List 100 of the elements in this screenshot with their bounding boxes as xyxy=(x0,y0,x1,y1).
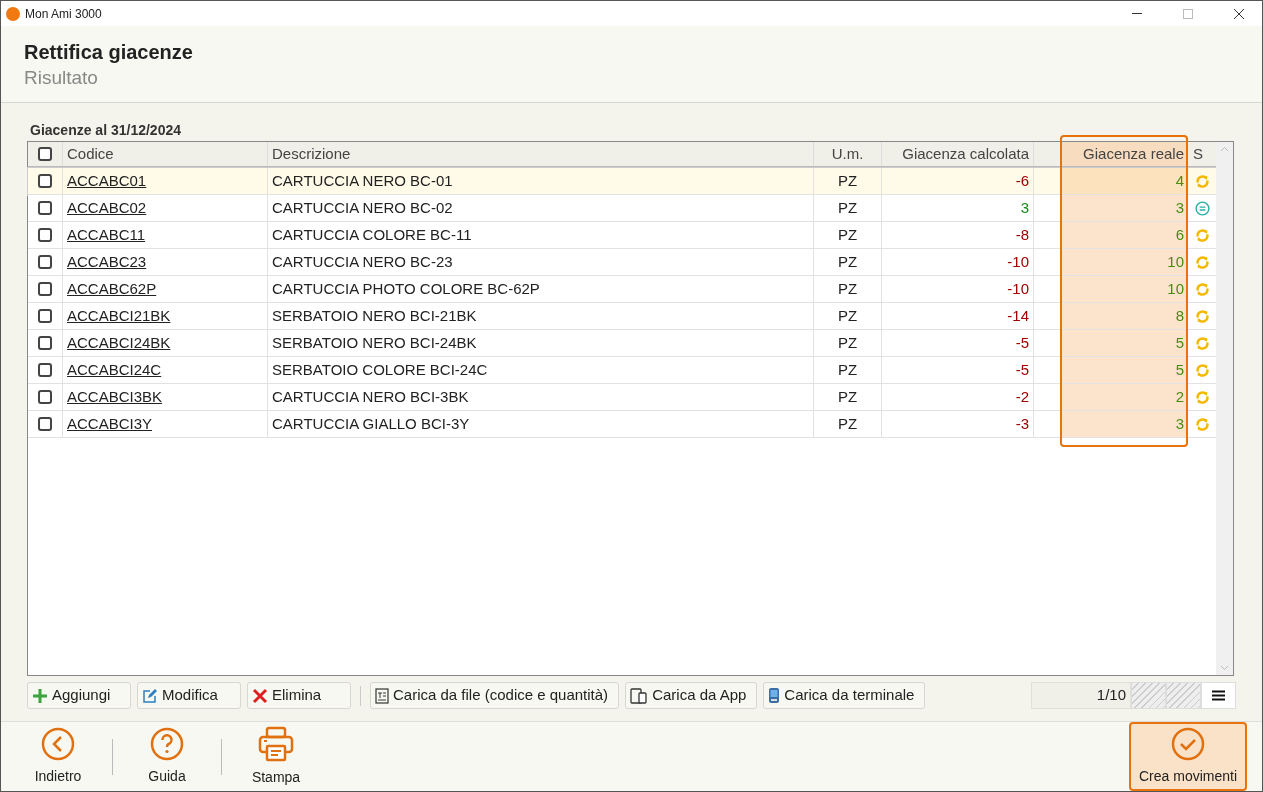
sync-icon xyxy=(1193,280,1211,298)
column-header[interactable]: U.m. xyxy=(813,142,881,166)
table-cell: -14 xyxy=(881,303,1033,329)
table-row[interactable]: ACCABCI24C SERBATOIO COLORE BCI-24C PZ -5 5 xyxy=(28,357,1216,384)
checkbox[interactable] xyxy=(38,228,52,242)
column-header[interactable]: S xyxy=(1188,142,1216,166)
toolbar-button[interactable]: Carica da terminale xyxy=(763,682,926,709)
checkbox[interactable] xyxy=(38,174,52,188)
checkbox[interactable] xyxy=(38,390,52,404)
column-header[interactable]: Codice xyxy=(62,142,267,166)
table-cell: CARTUCCIA COLORE BC-11 xyxy=(267,222,813,248)
handheld-icon xyxy=(768,687,781,704)
app-logo-icon xyxy=(6,6,20,21)
close-icon xyxy=(252,687,268,704)
table-caption: Giacenze al 31/12/2024 xyxy=(29,121,182,140)
table-cell: 2 xyxy=(1061,384,1188,410)
table-cell: 8 xyxy=(1061,303,1188,329)
code-link[interactable]: ACCABCI3Y xyxy=(67,412,153,436)
table-row[interactable]: ACCABC02 CARTUCCIA NERO BC-02 PZ 3 3 xyxy=(28,195,1216,222)
hatched-placeholder xyxy=(1131,682,1166,709)
code-link[interactable]: ACCABC02 xyxy=(67,196,147,220)
table-cell: CARTUCCIA NERO BCI-3BK xyxy=(267,384,813,410)
sync-icon xyxy=(1193,307,1211,325)
back-icon xyxy=(41,726,75,761)
checkbox[interactable] xyxy=(38,417,52,431)
sync-icon xyxy=(1193,361,1211,379)
table-row[interactable]: ACCABCI24BK SERBATOIO NERO BCI-24BK PZ -5 5 xyxy=(28,330,1216,357)
table-cell: PZ xyxy=(813,276,881,302)
table-row[interactable]: ACCABCI3BK CARTUCCIA NERO BCI-3BK PZ -2 2 xyxy=(28,384,1216,411)
checkbox[interactable] xyxy=(38,336,52,350)
table-cell: PZ xyxy=(813,384,881,410)
table-row[interactable]: ACCABC62P CARTUCCIA PHOTO COLORE BC-62P PZ -10 10 xyxy=(28,276,1216,303)
plus-icon xyxy=(32,687,48,704)
table-cell: 10 xyxy=(1061,249,1188,275)
table-cell: PZ xyxy=(813,303,881,329)
document-icon xyxy=(375,687,389,704)
column-header[interactable]: Descrizione xyxy=(267,142,813,166)
table-cell: CARTUCCIA GIALLO BCI-3Y xyxy=(267,411,813,437)
code-link[interactable]: ACCABCI3BK xyxy=(67,385,163,409)
printer-icon xyxy=(258,725,294,762)
table-cell: SERBATOIO COLORE BCI-24C xyxy=(267,357,813,383)
table-cell: 10 xyxy=(1061,276,1188,302)
equal-circle-icon xyxy=(1193,199,1211,217)
menu-icon xyxy=(1212,690,1225,701)
table-cell: 5 xyxy=(1061,330,1188,356)
code-link[interactable]: ACCABCI24BK xyxy=(67,331,171,355)
devices-icon xyxy=(630,687,649,704)
code-link[interactable]: ACCABC23 xyxy=(67,250,147,274)
checkbox[interactable] xyxy=(38,255,52,269)
table-cell: -10 xyxy=(881,249,1033,275)
create-movements-button[interactable]: Crea movimenti xyxy=(1129,722,1247,791)
checkbox[interactable] xyxy=(38,282,52,296)
page-counter: 1/10 xyxy=(1031,682,1131,709)
sync-icon xyxy=(1193,334,1211,352)
table-cell: 3 xyxy=(1061,411,1188,437)
toolbar-button[interactable]: Carica da file (codice e quantità) xyxy=(370,682,620,709)
column-header[interactable]: Giacenza reale xyxy=(1061,142,1188,166)
check-circle-icon xyxy=(1171,726,1205,761)
code-link[interactable]: ACCABC11 xyxy=(67,223,146,247)
checkbox[interactable] xyxy=(38,363,52,377)
table-cell: PZ xyxy=(813,168,881,194)
footer-action-button[interactable]: Stampa xyxy=(231,723,321,790)
toolbar-button[interactable]: Aggiungi xyxy=(27,682,131,709)
code-link[interactable]: ACCABCI24C xyxy=(67,358,162,382)
footer-action-button[interactable]: Guida xyxy=(122,723,212,790)
table-row[interactable]: ACCABCI21BK SERBATOIO NERO BCI-21BK PZ -14 8 xyxy=(28,303,1216,330)
footer-action-button[interactable]: Indietro xyxy=(13,723,103,790)
toolbar-button[interactable]: Modifica xyxy=(137,682,241,709)
table-cell: CARTUCCIA PHOTO COLORE BC-62P xyxy=(267,276,813,302)
table-cell: SERBATOIO NERO BCI-21BK xyxy=(267,303,813,329)
toolbar-button[interactable]: Elimina xyxy=(247,682,351,709)
table-row[interactable]: ACCABC23 CARTUCCIA NERO BC-23 PZ -10 10 xyxy=(28,249,1216,276)
column-header[interactable]: Giacenza calcolata xyxy=(881,142,1033,166)
window-title: Mon Ami 3000 xyxy=(25,5,102,23)
code-link[interactable]: ACCABCI21BK xyxy=(67,304,171,328)
code-link[interactable]: ACCABC01 xyxy=(67,169,147,193)
table-cell: 6 xyxy=(1061,222,1188,248)
code-link[interactable]: ACCABC62P xyxy=(67,277,157,301)
checkbox[interactable] xyxy=(38,147,52,161)
table-row[interactable]: ACCABC01 CARTUCCIA NERO BC-01 PZ -6 4 xyxy=(28,168,1216,195)
table-cell: 3 xyxy=(1061,195,1188,221)
table-cell: CARTUCCIA NERO BC-01 xyxy=(267,168,813,194)
table-cell: PZ xyxy=(813,249,881,275)
toolbar-button[interactable]: Carica da App xyxy=(625,682,758,709)
table-cell: -8 xyxy=(881,222,1033,248)
table-row[interactable]: ACCABC11 CARTUCCIA COLORE BC-11 PZ -8 6 xyxy=(28,222,1216,249)
sync-icon xyxy=(1193,388,1211,406)
page-title: Rettifica giacenze xyxy=(24,40,194,64)
checkbox[interactable] xyxy=(38,201,52,215)
table-cell: -6 xyxy=(881,168,1033,194)
checkbox[interactable] xyxy=(38,309,52,323)
edit-icon xyxy=(142,687,158,704)
table-cell: SERBATOIO NERO BCI-24BK xyxy=(267,330,813,356)
table-row[interactable]: ACCABCI3Y CARTUCCIA GIALLO BCI-3Y PZ -3 3 xyxy=(28,411,1216,438)
table-cell: PZ xyxy=(813,195,881,221)
table-cell: -3 xyxy=(881,411,1033,437)
table-cell: CARTUCCIA NERO BC-23 xyxy=(267,249,813,275)
menu-button[interactable] xyxy=(1201,682,1236,709)
table-cell: 3 xyxy=(881,195,1033,221)
table-cell: PZ xyxy=(813,411,881,437)
